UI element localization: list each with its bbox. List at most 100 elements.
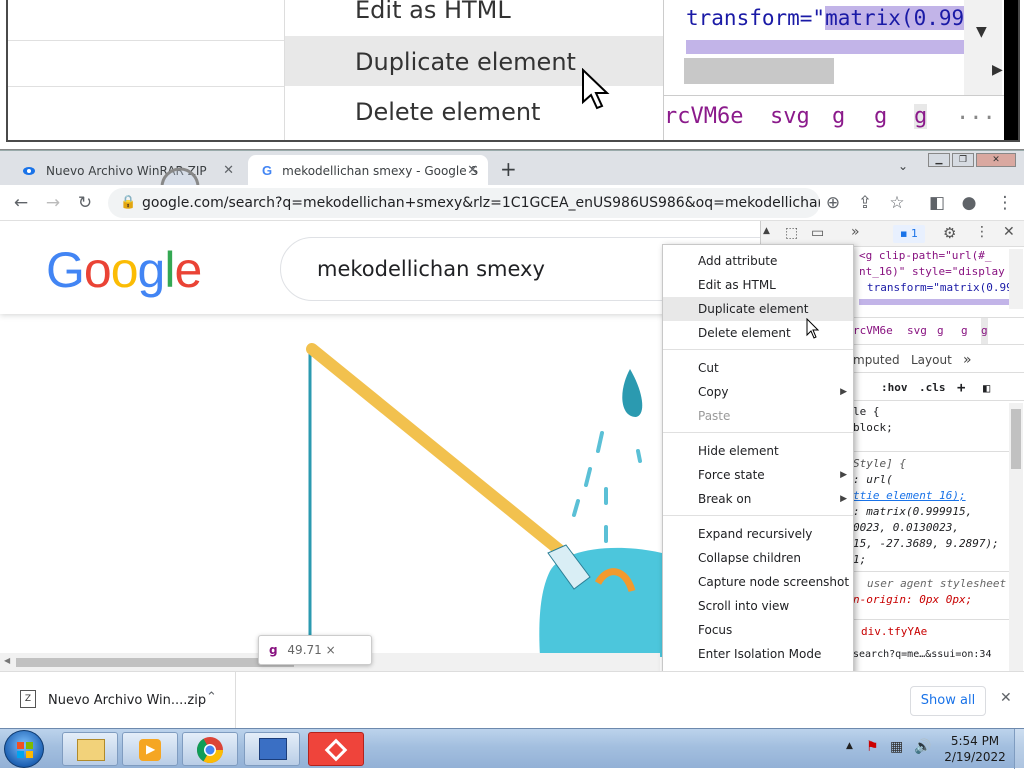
download-item[interactable]: Z Nuevo Archivo Win....zip ⌃	[0, 672, 236, 728]
download-bar: Z Nuevo Archivo Win....zip ⌃ Show all ✕	[0, 671, 1024, 728]
context-menu-item[interactable]: Collapse children	[663, 546, 853, 570]
google-logo[interactable]: Google	[46, 241, 202, 299]
hov-toggle[interactable]: :hov	[881, 375, 908, 401]
scroll-up-icon[interactable]: ▲	[763, 226, 770, 236]
submenu-arrow-icon: ▶	[840, 494, 847, 504]
menu-separator	[663, 515, 853, 516]
new-tab-button[interactable]: +	[500, 157, 517, 181]
back-arrow-icon[interactable]: ←	[10, 193, 32, 213]
issues-count: 1	[910, 227, 918, 240]
forward-arrow-icon[interactable]: →	[42, 193, 64, 213]
action-center-icon[interactable]: ⚑	[866, 739, 879, 755]
code-scrollbar[interactable]	[1009, 249, 1023, 309]
style-line: Style] {	[853, 457, 906, 470]
network-tray-icon[interactable]: ▦	[890, 739, 903, 755]
close-devtools-icon[interactable]: ✕	[1003, 224, 1015, 240]
breadcrumb[interactable]: g	[961, 318, 968, 344]
context-menu-item[interactable]: Duplicate element	[663, 297, 853, 321]
anydesk-icon	[324, 738, 348, 762]
windows-logo-icon	[17, 742, 33, 758]
selected-line-highlight	[859, 299, 1009, 305]
menu-kebab-icon[interactable]: ⋮	[994, 193, 1016, 213]
context-menu-item[interactable]: Force state ▶	[663, 463, 853, 487]
minimize-button[interactable]: ▁	[928, 153, 950, 167]
style-link[interactable]: ttie element 16);	[853, 489, 966, 502]
close-tab-icon[interactable]: ✕	[467, 163, 478, 178]
chrome-icon	[196, 737, 224, 764]
context-menu-item[interactable]: Copy ▶	[663, 380, 853, 404]
issues-badge[interactable]: ▪ 1	[893, 225, 925, 243]
menu-item-label: Collapse children	[698, 551, 801, 565]
breadcrumb[interactable]: svg	[907, 318, 927, 344]
volume-tray-icon[interactable]: 🔊	[914, 739, 931, 755]
context-menu-item[interactable]: Expand recursively	[663, 522, 853, 546]
menu-item-label: Expand recursively	[698, 527, 813, 541]
taskbar-media-player[interactable]: ▶	[122, 732, 178, 766]
context-menu-item[interactable]: Break on ▶	[663, 487, 853, 511]
menu-item-label: Paste	[698, 409, 731, 423]
context-menu-item[interactable]: Delete element	[663, 321, 853, 345]
scrollbar-thumb[interactable]	[16, 658, 294, 667]
menu-item-label: Add attribute	[698, 254, 778, 268]
context-menu-item[interactable]: Focus	[663, 618, 853, 642]
add-rule-icon[interactable]: +	[957, 375, 965, 401]
context-menu-item[interactable]: Capture node screenshot	[663, 570, 853, 594]
magnified-scrollbar: ▼ ▶	[964, 0, 1003, 95]
context-menu-item[interactable]: Hide element	[663, 439, 853, 463]
address-bar[interactable]: 🔒 google.com/search?q=mekodellichan+smex…	[108, 188, 820, 218]
taskbar-explorer[interactable]	[62, 732, 118, 766]
tray-expand-icon[interactable]: ▲	[846, 741, 853, 751]
download-file-name: Nuevo Archivo Win....zip	[48, 693, 207, 708]
devtools-menu-icon[interactable]: ⋮	[975, 224, 989, 240]
chevron-up-icon[interactable]: ⌃	[206, 690, 217, 705]
close-download-bar-icon[interactable]: ✕	[1000, 690, 1012, 706]
device-toolbar-icon[interactable]: ▭	[811, 225, 824, 241]
bookmark-star-icon[interactable]: ☆	[886, 193, 908, 213]
style-line: div.tfyYAe	[861, 625, 928, 638]
close-window-button[interactable]: ✕	[976, 153, 1016, 167]
inspect-element-icon[interactable]: ⬚	[785, 225, 798, 241]
tab-computed[interactable]: mputed	[853, 347, 900, 373]
side-panel-icon[interactable]: ◧	[926, 193, 948, 213]
share-icon[interactable]: ⇪	[854, 193, 876, 213]
scroll-left-icon[interactable]: ◀	[4, 656, 10, 665]
zoom-icon[interactable]: ⊕	[822, 193, 844, 213]
cls-toggle[interactable]: .cls	[919, 375, 946, 401]
browser-toolbar: ← → ↻ 🔒 google.com/search?q=mekodellicha…	[0, 185, 1024, 221]
magnified-edge	[1004, 0, 1018, 140]
breadcrumb[interactable]: g	[981, 318, 988, 344]
taskbar-clock[interactable]: 5:54 PM 2/19/2022	[940, 733, 1010, 765]
magnified-menu-item: Duplicate element	[355, 48, 576, 76]
toggle-sidebar-icon[interactable]: ◧	[983, 375, 990, 401]
context-menu-item[interactable]: Cut	[663, 356, 853, 380]
tab-google-search[interactable]: G mekodellichan smexy - Google S ✕	[248, 155, 488, 186]
more-panes-icon[interactable]: »	[963, 347, 972, 373]
zip-file-icon: Z	[20, 690, 36, 708]
more-tabs-icon[interactable]: »	[851, 224, 860, 240]
context-menu: Add attribute Edit as HTML Duplicate eleme…	[662, 244, 854, 730]
start-button[interactable]	[4, 730, 44, 768]
settings-gear-icon[interactable]: ⚙	[943, 224, 956, 242]
taskbar-network-monitor[interactable]	[244, 732, 300, 766]
show-all-button[interactable]: Show all	[910, 686, 986, 716]
restore-button[interactable]: ❐	[952, 153, 974, 167]
context-menu-item[interactable]: Scroll into view	[663, 594, 853, 618]
context-menu-item[interactable]: Add attribute	[663, 249, 853, 273]
tab-layout[interactable]: Layout	[911, 347, 952, 373]
styles-scrollbar[interactable]	[1009, 403, 1023, 671]
close-tab-icon[interactable]: ✕	[223, 163, 234, 178]
reload-icon[interactable]: ↻	[74, 193, 96, 213]
breadcrumb[interactable]: g	[937, 318, 944, 344]
taskbar-anydesk[interactable]	[308, 732, 364, 766]
tab-search-chevron-icon[interactable]: ⌄	[898, 159, 908, 173]
profile-avatar-icon[interactable]: ●	[958, 193, 980, 213]
media-player-icon: ▶	[139, 739, 161, 761]
taskbar-chrome[interactable]	[182, 732, 238, 766]
magnified-code: transform="matrix(0.99	[664, 0, 966, 95]
breadcrumb[interactable]: rcVM6e	[853, 318, 893, 344]
logo-letter: e	[174, 242, 202, 298]
context-menu-item[interactable]: Enter Isolation Mode	[663, 642, 853, 666]
show-desktop-button[interactable]	[1014, 729, 1024, 769]
context-menu-item[interactable]: Edit as HTML	[663, 273, 853, 297]
style-line: le {	[853, 405, 880, 418]
